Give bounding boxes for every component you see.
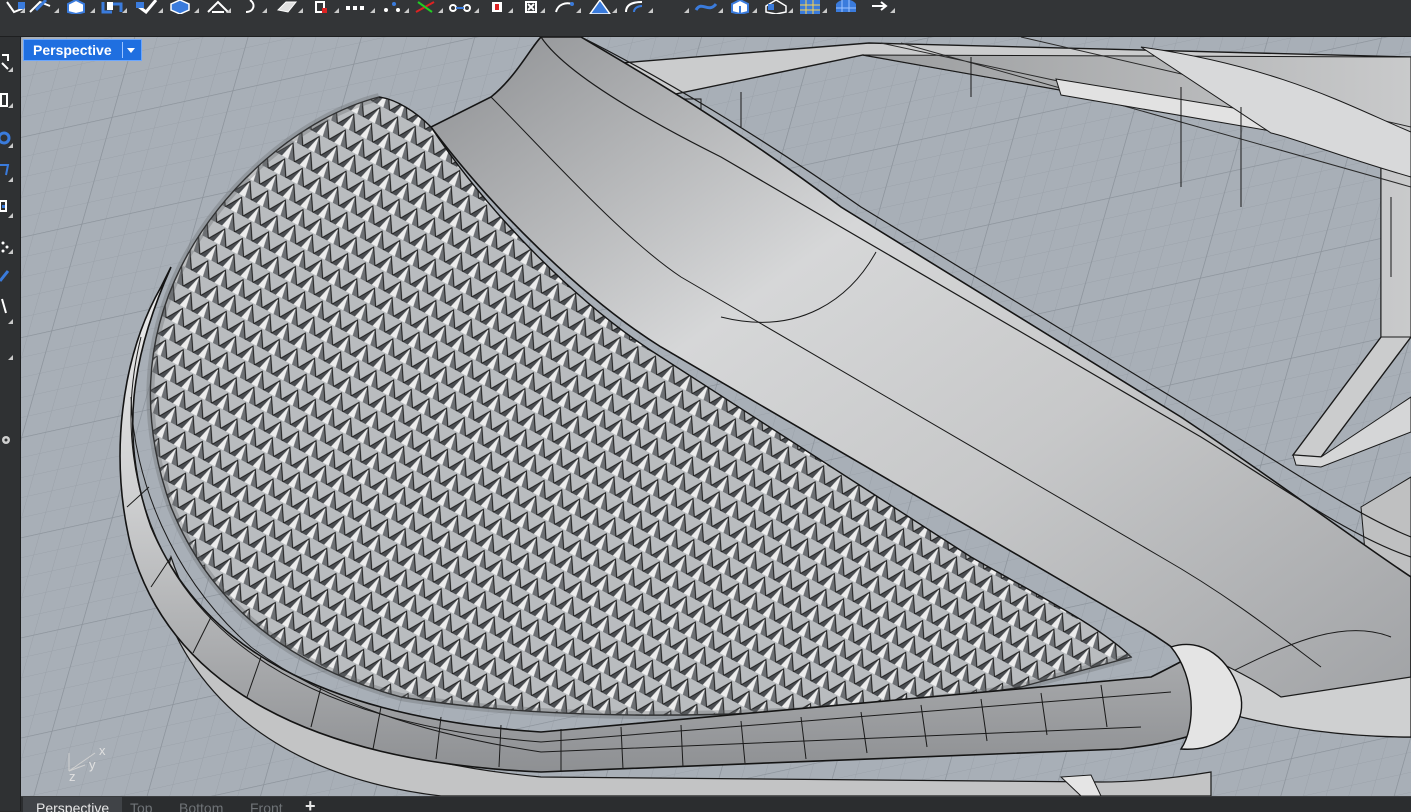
tab-label: Bottom — [179, 800, 224, 812]
flyout-arrow-icon[interactable] — [370, 8, 375, 13]
flyout-arrow-icon[interactable] — [158, 8, 163, 13]
perspective-viewport[interactable]: Perspective x y z — [21, 37, 1411, 796]
flyout-arrow-icon[interactable] — [8, 319, 13, 324]
tab-label: Perspective — [36, 800, 110, 812]
flyout-arrow-icon[interactable] — [822, 8, 827, 13]
rotate-icon[interactable] — [240, 0, 264, 14]
viewport-title-separator — [121, 42, 123, 58]
box-icon[interactable] — [64, 0, 88, 14]
flyout-arrow-icon[interactable] — [8, 177, 13, 182]
viewport-title-label: Perspective — [33, 42, 112, 58]
flyout-arrow-icon[interactable] — [8, 103, 13, 108]
flyout-arrow-icon[interactable] — [8, 67, 13, 72]
viewport-title-tab[interactable]: Perspective — [23, 39, 142, 61]
flyout-arrow-icon[interactable] — [8, 143, 13, 148]
viewport-tabs: Perspective Top Bottom Front + — [21, 796, 1411, 812]
flyout-arrow-icon[interactable] — [298, 8, 303, 13]
flyout-arrow-icon[interactable] — [54, 8, 59, 13]
flyout-arrow-icon[interactable] — [8, 249, 13, 254]
more-icon[interactable] — [868, 0, 892, 14]
mesh-icon[interactable] — [168, 0, 192, 14]
dimension-icon[interactable] — [486, 0, 510, 14]
axis-widget: x y z — [68, 743, 106, 781]
left-toolbar — [0, 37, 21, 811]
flyout-arrow-icon[interactable] — [752, 8, 757, 13]
flyout-arrow-icon[interactable] — [718, 8, 723, 13]
flyout-arrow-icon[interactable] — [8, 355, 13, 360]
flyout-arrow-icon[interactable] — [334, 8, 339, 13]
tab-perspective[interactable]: Perspective — [23, 797, 123, 812]
tab-top[interactable]: Top — [117, 797, 166, 812]
flyout-arrow-icon[interactable] — [474, 8, 479, 13]
solid-icon[interactable] — [728, 0, 752, 14]
analyze-icon[interactable] — [276, 0, 300, 14]
pencil-icon[interactable] — [0, 267, 14, 285]
grid-icon[interactable] — [798, 0, 822, 14]
line-icon[interactable] — [0, 297, 14, 315]
flyout-arrow-icon[interactable] — [612, 8, 617, 13]
pyramid-icon[interactable] — [588, 0, 612, 14]
flyout-arrow-icon[interactable] — [226, 8, 231, 13]
main-toolbar — [0, 0, 1411, 37]
tab-bottom[interactable]: Bottom — [166, 797, 236, 812]
flyout-arrow-icon[interactable] — [508, 8, 513, 13]
cage-icon[interactable] — [764, 0, 788, 14]
curve-icon[interactable] — [552, 0, 576, 14]
render-icon[interactable] — [310, 0, 334, 14]
settings-gear-icon[interactable] — [0, 431, 14, 449]
array-icon[interactable] — [344, 0, 368, 14]
flyout-arrow-icon[interactable] — [122, 8, 127, 13]
blend-icon[interactable] — [694, 0, 718, 14]
boolean-icon[interactable] — [134, 0, 158, 14]
model-scene — [21, 37, 1411, 796]
axis-z-label: z — [69, 769, 76, 781]
sphere-mesh-icon[interactable] — [834, 0, 858, 14]
add-tab-button[interactable]: + — [305, 797, 316, 812]
solid-tools-icon[interactable] — [100, 0, 124, 14]
tab-front[interactable]: Front — [237, 797, 296, 812]
flyout-arrow-icon[interactable] — [684, 8, 689, 13]
flyout-arrow-icon[interactable] — [20, 8, 25, 13]
axis-x-label: x — [99, 743, 106, 758]
flyout-arrow-icon[interactable] — [262, 8, 267, 13]
flyout-arrow-icon[interactable] — [576, 8, 581, 13]
fillet-icon[interactable] — [622, 0, 646, 14]
chevron-down-icon[interactable] — [126, 47, 135, 53]
flyout-arrow-icon[interactable] — [648, 8, 653, 13]
flyout-arrow-icon[interactable] — [540, 8, 545, 13]
flyout-arrow-icon[interactable] — [404, 8, 409, 13]
tab-label: Top — [130, 800, 153, 812]
flyout-arrow-icon[interactable] — [890, 8, 895, 13]
snap-icon[interactable] — [448, 0, 472, 14]
flyout-arrow-icon[interactable] — [90, 8, 95, 13]
points-icon[interactable] — [380, 0, 404, 14]
axis-y-label: y — [89, 757, 96, 772]
curve-tools-icon[interactable] — [414, 0, 438, 14]
flyout-arrow-icon[interactable] — [8, 213, 13, 218]
flyout-arrow-icon[interactable] — [194, 8, 199, 13]
flyout-arrow-icon[interactable] — [788, 8, 793, 13]
tab-label: Front — [250, 800, 283, 812]
flyout-arrow-icon[interactable] — [438, 8, 443, 13]
extrude-icon[interactable] — [28, 0, 52, 14]
